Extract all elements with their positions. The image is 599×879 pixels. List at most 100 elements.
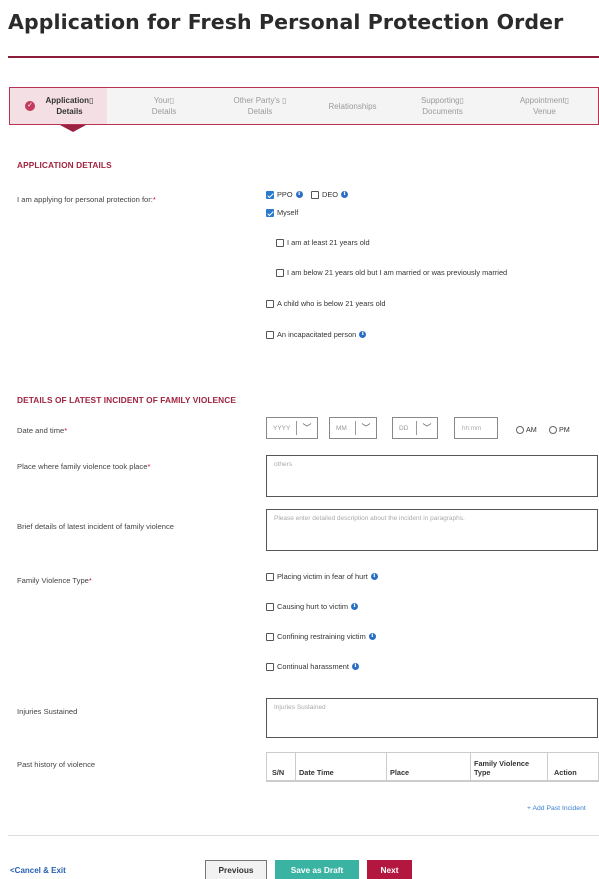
confining-checkbox[interactable]: Confining restraining victim i <box>266 632 376 641</box>
checkbox-checked-icon <box>266 208 274 217</box>
info-icon[interactable]: i <box>295 191 303 198</box>
footer-divider <box>8 835 599 836</box>
checkbox-icon <box>266 602 274 611</box>
column-header-violence-type: Family Violence Type <box>471 753 548 781</box>
chevron-down-icon: ﹀ <box>422 423 432 433</box>
save-draft-button[interactable]: Save as Draft <box>275 860 359 879</box>
harassment-label: Continual harassment <box>277 662 349 671</box>
page-title: Application for Fresh Personal Protectio… <box>8 10 564 34</box>
step-label-line2: Venue <box>533 107 556 116</box>
place-label: Place where family violence took place* <box>17 462 151 471</box>
title-divider <box>8 56 599 58</box>
info-icon[interactable]: i <box>370 573 378 580</box>
info-icon[interactable]: i <box>351 603 359 610</box>
step-supporting-documents[interactable]: Supporting▯ Documents <box>405 88 480 124</box>
ppo-label: PPO <box>277 190 293 199</box>
year-placeholder: YYYY <box>273 424 291 432</box>
checkbox-checked-icon <box>266 190 274 199</box>
day-placeholder: DD <box>399 424 409 432</box>
fear-of-hurt-checkbox[interactable]: Placing victim in fear of hurt i <box>266 572 378 581</box>
day-select[interactable]: DD ﹀ <box>392 417 438 439</box>
checkbox-icon <box>276 238 284 247</box>
step-label-line2: Details <box>56 107 83 116</box>
info-icon[interactable]: i <box>359 331 367 338</box>
chevron-down-icon: ﹀ <box>302 423 312 433</box>
info-icon[interactable]: i <box>341 191 349 198</box>
pm-radio[interactable]: PM <box>549 425 570 434</box>
column-header-place: Place <box>387 753 471 781</box>
below-21-label: I am below 21 years old but I am married… <box>287 268 508 277</box>
step-appointment-venue[interactable]: Appointment▯ Venue <box>502 88 587 124</box>
info-icon[interactable]: i <box>368 633 376 640</box>
info-icon[interactable]: i <box>351 663 359 670</box>
violence-type-label: Family Violence Type* <box>17 576 92 585</box>
step-label-line1: Relationships <box>328 101 377 111</box>
age-21-label: I am at least 21 years old <box>287 238 370 247</box>
next-button[interactable]: Next <box>367 860 412 879</box>
year-select[interactable]: YYYY ﹀ <box>266 417 318 439</box>
date-time-label: Date and time* <box>17 426 68 435</box>
brief-details-label: Brief details of latest incident of fami… <box>17 522 175 531</box>
column-header-action: Action <box>554 768 577 777</box>
incapacitated-label: An incapacitated person <box>277 330 357 339</box>
causing-hurt-label: Causing hurt to victim <box>277 602 349 611</box>
column-header-line2: Type <box>474 768 491 777</box>
step-label-line2: Documents <box>422 107 463 116</box>
checkbox-icon <box>266 632 274 641</box>
step-label-line2: Details <box>151 107 177 116</box>
radio-icon <box>516 425 524 434</box>
am-radio[interactable]: AM <box>516 425 537 434</box>
checkbox-icon <box>266 330 274 339</box>
age-21-checkbox[interactable]: I am at least 21 years old <box>276 238 370 247</box>
injuries-textarea[interactable]: Injuries Sustained <box>266 698 598 738</box>
deo-label: DEO <box>322 190 339 199</box>
month-select[interactable]: MM ﹀ <box>329 417 377 439</box>
past-history-table: S/N Date Time Place Family Violence Type… <box>266 752 599 782</box>
incident-details-heading: DETAILS OF LATEST INCIDENT OF FAMILY VIO… <box>17 395 236 405</box>
step-relationships[interactable]: Relationships <box>315 88 390 124</box>
column-header-sn: S/N <box>267 753 296 781</box>
step-label-line1: Your▯ <box>153 96 175 105</box>
step-other-party-details[interactable]: Other Party's ▯ Details <box>220 88 300 124</box>
cancel-exit-link[interactable]: <Cancel & Exit <box>10 866 66 875</box>
time-input[interactable]: hh:mm <box>454 417 498 439</box>
step-label-line2: Details <box>247 107 273 116</box>
checkbox-icon <box>311 190 319 199</box>
fear-of-hurt-label: Placing victim in fear of hurt <box>277 572 368 581</box>
causing-hurt-checkbox[interactable]: Causing hurt to victim i <box>266 602 359 611</box>
required-mark: * <box>88 576 92 585</box>
step-label-line1: Application▯ <box>45 96 94 105</box>
pm-label: PM <box>559 425 570 434</box>
place-textarea[interactable]: others <box>266 455 598 497</box>
required-mark: * <box>64 426 68 435</box>
incapacitated-checkbox[interactable]: An incapacitated person i <box>266 330 367 339</box>
active-step-pointer <box>60 125 86 132</box>
application-details-heading: APPLICATION DETAILS <box>17 160 112 170</box>
step-label-line1: Supporting▯ <box>420 96 465 105</box>
ppo-checkbox[interactable]: PPO i <box>266 190 303 199</box>
column-header-line1: Family Violence <box>474 759 530 768</box>
previous-button[interactable]: Previous <box>205 860 267 879</box>
myself-label: Myself <box>277 208 299 217</box>
radio-icon <box>549 425 557 434</box>
checkbox-icon <box>266 299 274 308</box>
step-your-details[interactable]: Your▯ Details <box>133 88 195 124</box>
checkbox-icon <box>266 572 274 581</box>
progress-stepper: ✓ Application▯ Details Your▯ Details Othe… <box>9 87 599 125</box>
history-label: Past history of violence <box>17 760 96 769</box>
below-21-checkbox[interactable]: I am below 21 years old but I am married… <box>276 268 507 277</box>
am-label: AM <box>526 425 537 434</box>
harassment-checkbox[interactable]: Continual harassment i <box>266 662 359 671</box>
myself-checkbox[interactable]: Myself <box>266 208 298 217</box>
chevron-down-icon: ﹀ <box>361 423 371 433</box>
step-label-line1: Appointment▯ <box>519 96 570 105</box>
deo-checkbox[interactable]: DEO i <box>311 190 349 199</box>
child-checkbox[interactable]: A child who is below 21 years old <box>266 299 385 308</box>
step-application-details[interactable]: ✓ Application▯ Details <box>10 88 107 124</box>
add-past-incident-link[interactable]: + Add Past Incident <box>527 805 586 812</box>
brief-details-textarea[interactable]: Please enter detailed description about … <box>266 509 598 551</box>
checkbox-icon <box>276 268 284 277</box>
applying-for-label: I am applying for personal protection fo… <box>17 195 156 204</box>
checkbox-icon <box>266 662 274 671</box>
required-mark: * <box>152 195 156 204</box>
